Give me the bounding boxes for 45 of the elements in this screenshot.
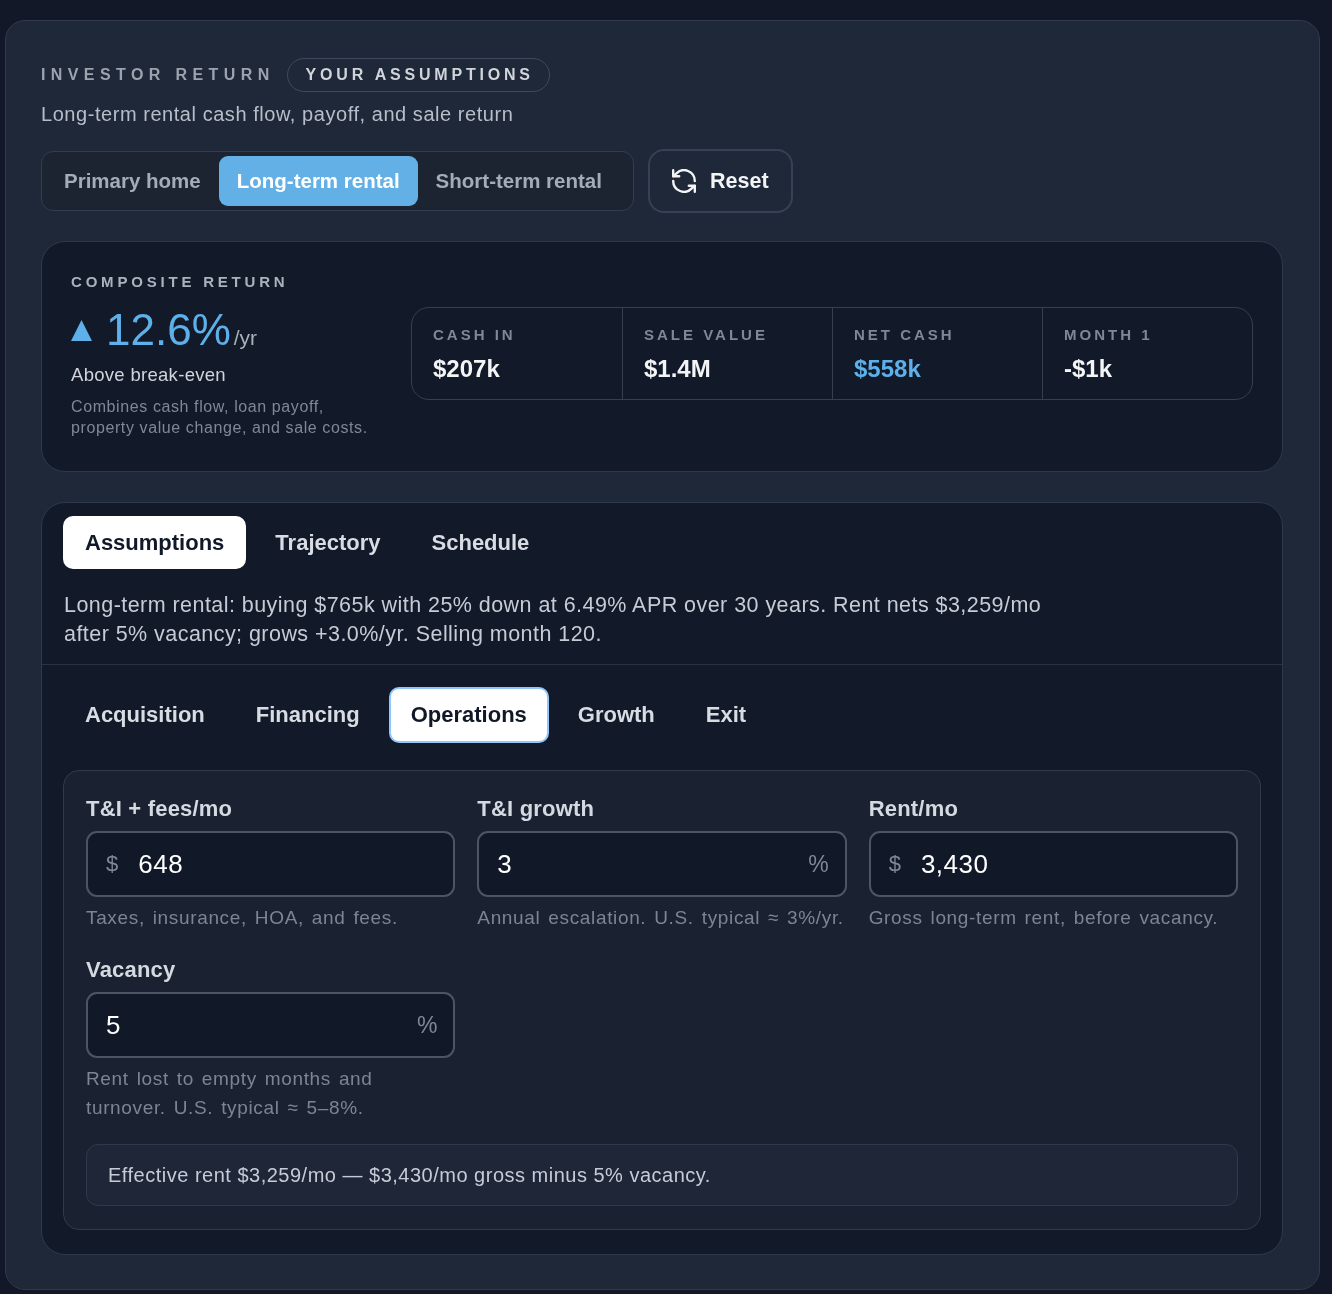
return-unit: /yr: [233, 326, 258, 350]
section-tab[interactable]: Exit: [683, 687, 769, 743]
panel-subtitle: Long-term rental cash flow, payoff, and sale return: [41, 102, 515, 126]
currency-symbol: $: [106, 851, 119, 877]
stat-label: CASH IN: [433, 326, 517, 344]
stat-label: SALE VALUE: [644, 326, 769, 344]
stat-value: $1.4M: [644, 355, 712, 383]
percent-symbol: %: [416, 1011, 438, 1039]
property-type-option[interactable]: Primary home: [46, 156, 219, 206]
view-tab[interactable]: Schedule: [409, 516, 552, 569]
stat-label: NET CASH: [854, 326, 956, 344]
field-label: Vacancy: [86, 957, 177, 983]
field-help-text: Rent lost to empty months and turnover. U.S. typical ≈ 5–8%.: [86, 1067, 374, 1120]
assumptions-summary: Long-term rental: buying $765k with 25% down at 6.49% APR over 30 years. Rent nets $3,259/mo after 5% vacancy; grows +3.0%/yr. Selling month 120.: [64, 592, 1043, 648]
section-tab[interactable]: Operations: [388, 687, 549, 743]
currency-symbol: $: [888, 851, 901, 877]
stat-value: $558k: [854, 355, 922, 383]
reset-button[interactable]: Reset: [648, 149, 793, 213]
view-tab[interactable]: Trajectory: [253, 516, 403, 569]
stat-value: $207k: [433, 355, 501, 383]
return-value: 12.6%: [106, 307, 231, 353]
effective-rent-note: Effective rent $3,259/mo — $3,430/mo gross minus 5% vacancy.: [86, 1144, 1238, 1206]
field-label: Rent/mo: [868, 796, 960, 822]
stat-value: -$1k: [1064, 355, 1114, 383]
section-title: INVESTOR RETURN: [41, 66, 275, 84]
field-help-text: Annual escalation. U.S. typical ≈ 3%/yr.: [477, 906, 845, 930]
field-help-text: Taxes, insurance, HOA, and fees.: [86, 906, 399, 930]
field-label: T&I + fees/mo: [86, 796, 234, 822]
field-help-text: Gross long-term rent, before vacancy.: [868, 906, 1220, 930]
percent-symbol: %: [808, 850, 829, 878]
section-tab[interactable]: Financing: [233, 687, 382, 743]
number-input[interactable]: $ 3,430: [868, 831, 1238, 897]
number-input[interactable]: 3 %: [477, 831, 847, 897]
number-input[interactable]: 5 %: [86, 992, 456, 1058]
section-tab[interactable]: Growth: [555, 687, 677, 743]
view-tab[interactable]: Assumptions: [63, 516, 247, 569]
number-input[interactable]: $ 648: [86, 831, 456, 897]
composite-label: COMPOSITE RETURN: [71, 273, 290, 291]
return-status: Above break-even: [71, 363, 227, 387]
stat-label: MONTH 1: [1064, 326, 1154, 344]
property-type-option[interactable]: Short-term rental: [417, 156, 620, 206]
refresh-icon: [672, 169, 696, 193]
field-label: T&I growth: [477, 796, 596, 822]
return-description: Combines cash flow, loan payoff, property value change, and sale costs.: [71, 397, 369, 438]
section-tab[interactable]: Acquisition: [63, 687, 227, 743]
